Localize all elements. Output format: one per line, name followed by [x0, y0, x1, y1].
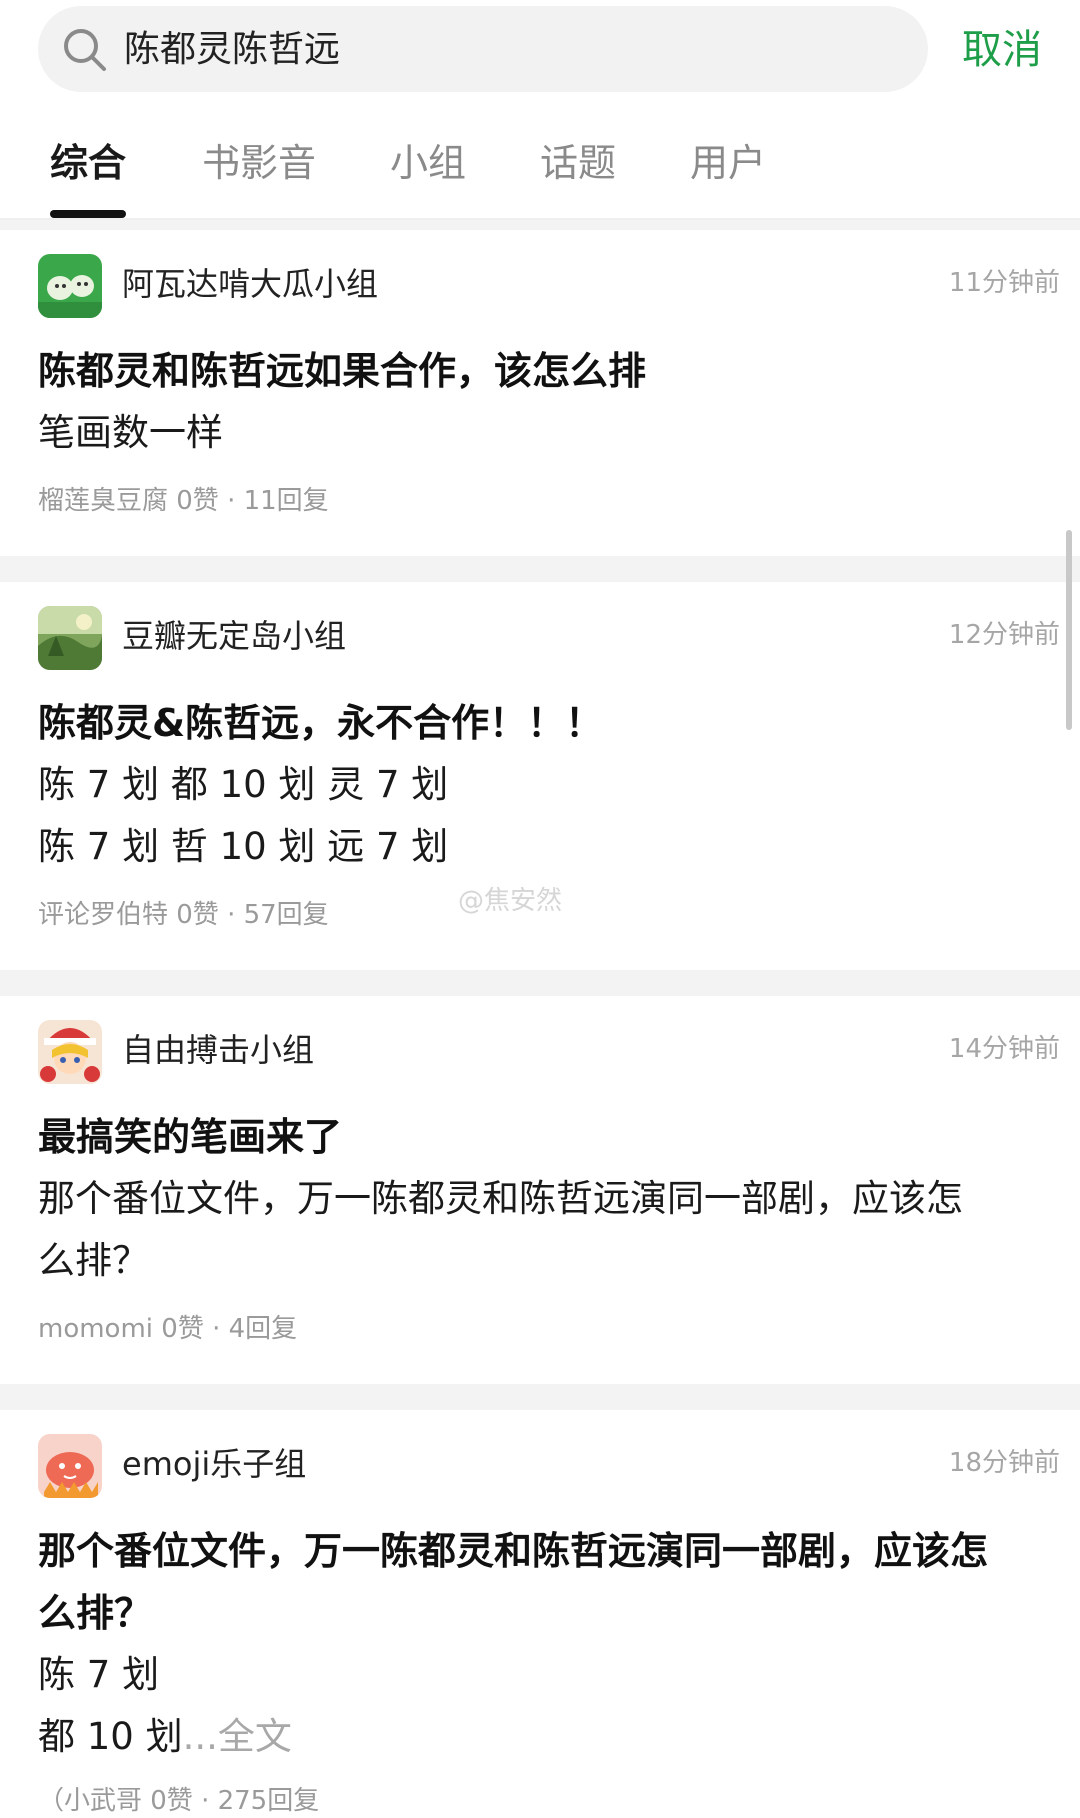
group-name[interactable]: 自由搏击小组 — [122, 1030, 314, 1070]
post-title[interactable]: 陈都灵&陈哲远，永不合作！！！ — [38, 692, 603, 754]
post-time: 14分钟前 — [948, 1034, 1060, 1064]
post-excerpt-last-line: 都 10 划...全文 — [38, 1706, 292, 1768]
post-title[interactable]: 陈都灵和陈哲远如果合作，该怎么排 — [38, 340, 646, 402]
read-more-link[interactable]: ...全文 — [183, 1715, 292, 1758]
search-input[interactable]: 陈都灵陈哲远 — [38, 6, 928, 92]
tab-books-movies-music[interactable]: 书影音 — [202, 140, 316, 186]
post-excerpt-line: 陈 7 划 哲 10 划 远 7 划 — [38, 825, 449, 868]
post-card[interactable]: 自由搏击小组 14分钟前 最搞笑的笔画来了 那个番位文件，万一陈都灵和陈哲远演同… — [0, 996, 1080, 1384]
post-title[interactable]: 最搞笑的笔画来了 — [38, 1106, 342, 1168]
section-separator — [0, 970, 1080, 996]
post-card[interactable]: 阿瓦达啃大瓜小组 11分钟前 陈都灵和陈哲远如果合作，该怎么排 笔画数一样 榴莲… — [0, 230, 1080, 556]
search-query: 陈都灵陈哲远 — [124, 29, 341, 70]
green-melon-avatar-icon — [38, 254, 102, 318]
group-name[interactable]: 阿瓦达啃大瓜小组 — [122, 264, 378, 304]
tab-groups[interactable]: 小组 — [390, 140, 466, 186]
tab-users[interactable]: 用户 — [690, 140, 766, 186]
post-time: 18分钟前 — [948, 1448, 1060, 1478]
post-excerpt-text: 都 10 划 — [38, 1715, 183, 1758]
tab-topics[interactable]: 话题 — [540, 140, 616, 186]
search-icon — [64, 29, 106, 71]
post-card[interactable]: emoji乐子组 18分钟前 那个番位文件，万一陈都灵和陈哲远演同一部剧，应该怎… — [0, 1410, 1080, 1816]
post-title-line[interactable]: 那个番位文件，万一陈都灵和陈哲远演同一部剧，应该怎 — [38, 1520, 988, 1582]
group-avatar[interactable] — [38, 254, 102, 318]
tab-comprehensive[interactable]: 综合 — [50, 140, 126, 186]
group-name[interactable]: 豆瓣无定岛小组 — [122, 616, 346, 656]
anime-girl-avatar-icon — [38, 1020, 102, 1084]
group-avatar[interactable] — [38, 1434, 102, 1498]
post-meta: momomi 0赞 · 4回复 — [38, 1314, 298, 1344]
post-excerpt-line: 陈 7 划 都 10 划 灵 7 划 — [38, 763, 449, 806]
section-separator — [0, 220, 1080, 230]
post-meta: 评论罗伯特 0赞 · 57回复 — [38, 900, 329, 930]
red-crab-avatar-icon — [38, 1434, 102, 1498]
forest-avatar-icon — [38, 606, 102, 670]
group-avatar[interactable] — [38, 1020, 102, 1084]
section-separator — [0, 556, 1080, 582]
group-avatar[interactable] — [38, 606, 102, 670]
search-header: 陈都灵陈哲远 取消 综合 书影音 小组 话题 用户 — [0, 0, 1080, 220]
scrollbar[interactable] — [1066, 530, 1072, 730]
tab-bar: 综合 书影音 小组 话题 用户 — [0, 134, 1080, 220]
post-time: 11分钟前 — [948, 268, 1060, 298]
post-time: 12分钟前 — [948, 620, 1060, 650]
post-excerpt-line: 那个番位文件，万一陈都灵和陈哲远演同一部剧，应该怎 — [38, 1177, 963, 1220]
post-meta: （小武哥 0赞 · 275回复 — [38, 1786, 320, 1816]
watermark: @焦安然 — [458, 886, 563, 916]
post-excerpt: 笔画数一样 — [38, 411, 223, 454]
group-name[interactable]: emoji乐子组 — [122, 1444, 306, 1484]
active-tab-indicator — [50, 210, 126, 218]
section-separator — [0, 1384, 1080, 1410]
post-meta: 榴莲臭豆腐 0赞 · 11回复 — [38, 486, 329, 516]
post-excerpt-line: 么排？ — [38, 1239, 149, 1282]
cancel-button[interactable]: 取消 — [962, 26, 1042, 74]
post-title-line[interactable]: 么排？ — [38, 1582, 152, 1644]
post-excerpt-line: 陈 7 划 — [38, 1653, 160, 1696]
